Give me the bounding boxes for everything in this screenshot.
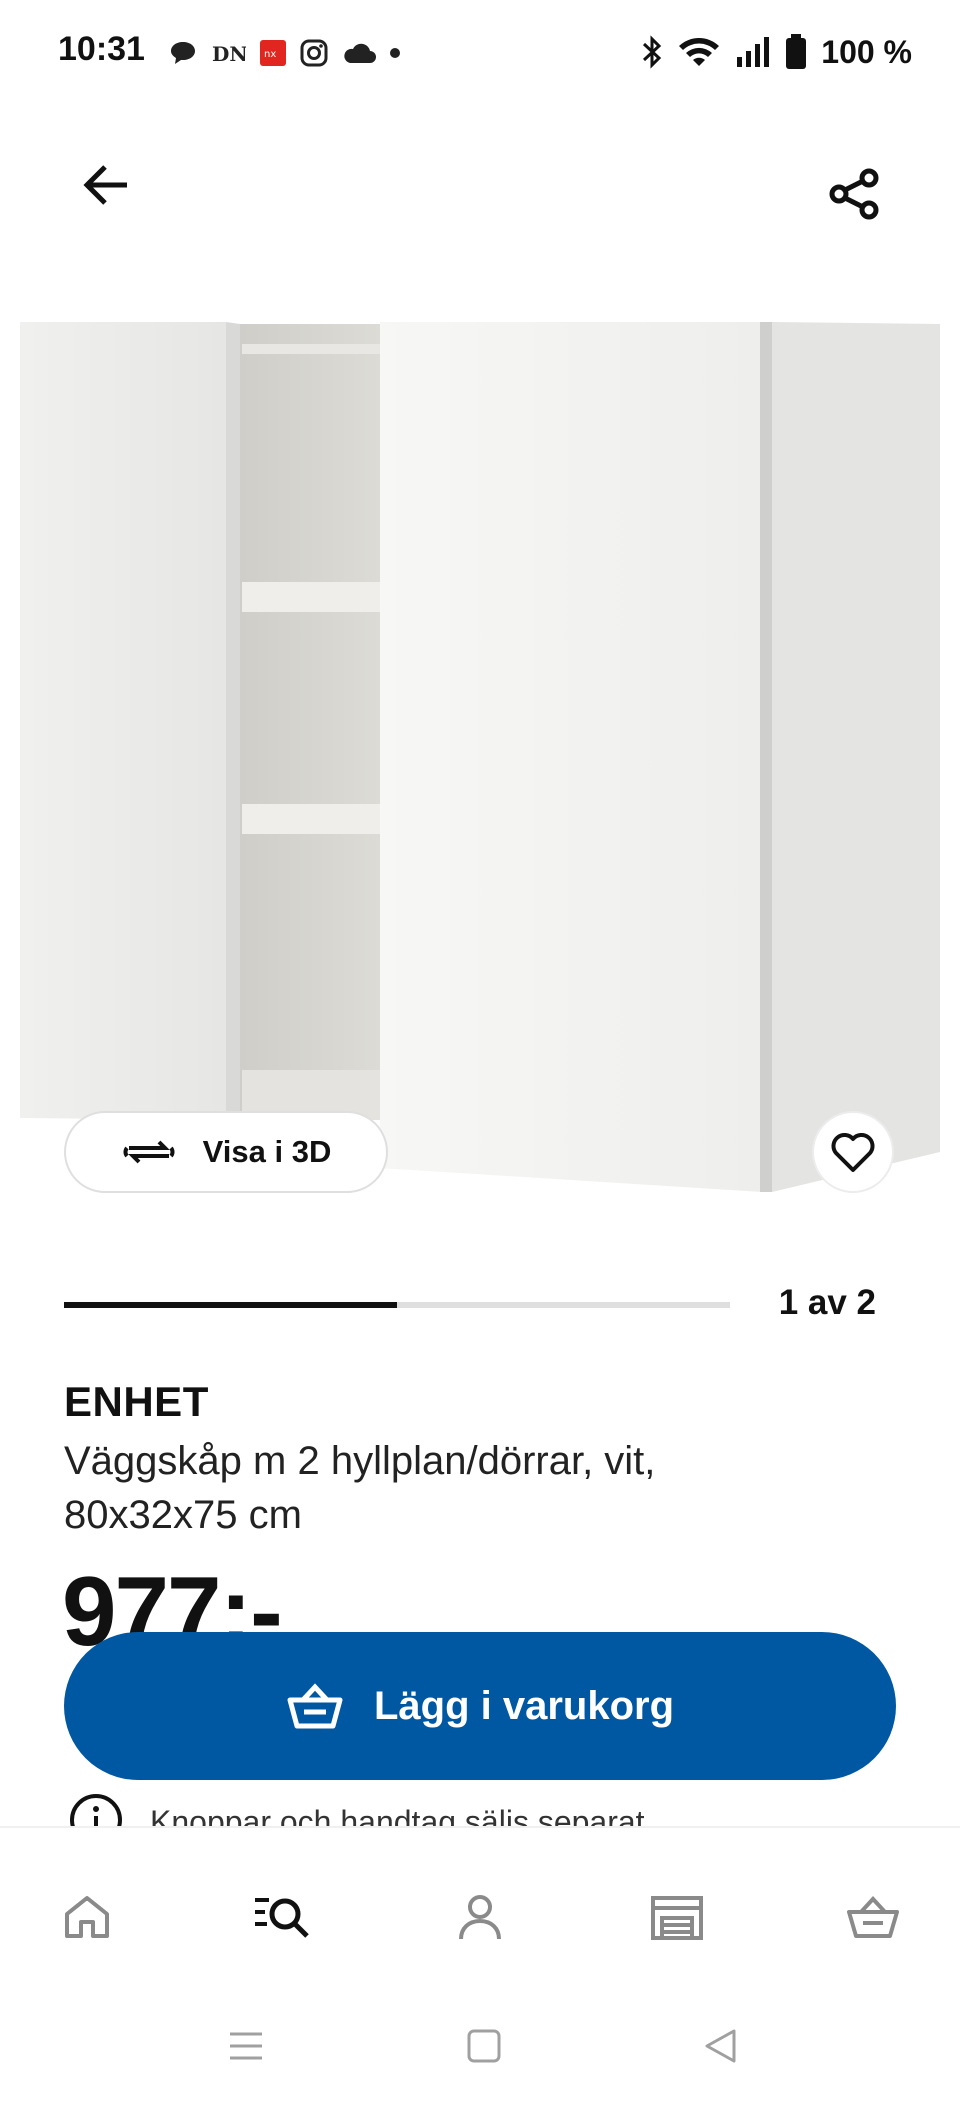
favorite-button[interactable] [812,1111,894,1193]
store-icon [651,1896,703,1940]
recents-button[interactable] [216,2016,276,2076]
heart-icon [831,1133,875,1172]
nav-search[interactable] [248,1882,318,1952]
bottom-navigation [0,1826,960,1988]
note-row[interactable]: Knoppar och handtag säljs separat [64,1786,896,1826]
bluetooth-icon [643,35,662,69]
gallery-progress-fill [64,1302,397,1308]
status-bar: 10:31 DN. nx 100 % [0,0,960,110]
svg-text:nx: nx [264,49,276,60]
system-status-icons: 100 % [641,30,912,74]
product-description: Väggskåp m 2 hyllplan/dörrar, vit, 80x32… [64,1439,656,1537]
note-text: Knoppar och handtag säljs separat [150,1804,645,1826]
wifi-icon [679,38,720,66]
status-time: 10:31 [58,30,145,68]
svg-text:DN.: DN. [212,42,246,66]
nav-profile[interactable] [445,1882,515,1952]
triangle-back-icon [705,2029,736,2063]
square-icon [467,2029,501,2063]
view-3d-label: Visa i 3D [202,1134,332,1169]
notification-icons: DN. nx [168,36,400,70]
battery-percent: 100 % [821,33,912,70]
klart-weather-icon [344,43,376,63]
chat-bubble-icon [171,42,195,64]
arrow-left-icon [83,165,127,205]
share-icon [829,168,879,220]
gallery-progress-track [64,1302,730,1308]
add-to-cart-button[interactable]: Lägg i varukorg [64,1632,896,1780]
battery-icon [786,34,807,69]
product-image[interactable] [0,300,960,1200]
dn-app-icon: DN. [212,42,246,66]
product-name: ENHET [64,1378,209,1425]
add-to-cart-label: Lägg i varukorg [373,1683,675,1728]
profile-icon [459,1895,501,1940]
signal-icon [737,37,770,67]
instagram-icon [300,39,328,67]
nav-home[interactable] [52,1882,122,1952]
system-back-button[interactable] [690,2016,750,2076]
basket-icon [287,1683,343,1729]
menu-lines-icon [230,2032,262,2060]
nav-store[interactable] [642,1882,712,1952]
system-navigation [0,1986,960,2112]
page-indicator: 1 av 2 [778,1283,876,1322]
home-button[interactable] [454,2016,514,2076]
basket-icon [847,1896,899,1938]
view-3d-button[interactable]: Visa i 3D [64,1111,388,1193]
info-icon [70,1794,122,1826]
back-button[interactable] [72,150,142,220]
more-dot-icon [390,48,400,58]
rotate-3d-icon [123,1140,175,1164]
news-app-icon: nx [260,40,286,66]
share-button[interactable] [816,156,892,232]
nav-cart[interactable] [838,1882,908,1952]
search-list-icon [255,1898,309,1938]
home-icon [65,1896,109,1938]
